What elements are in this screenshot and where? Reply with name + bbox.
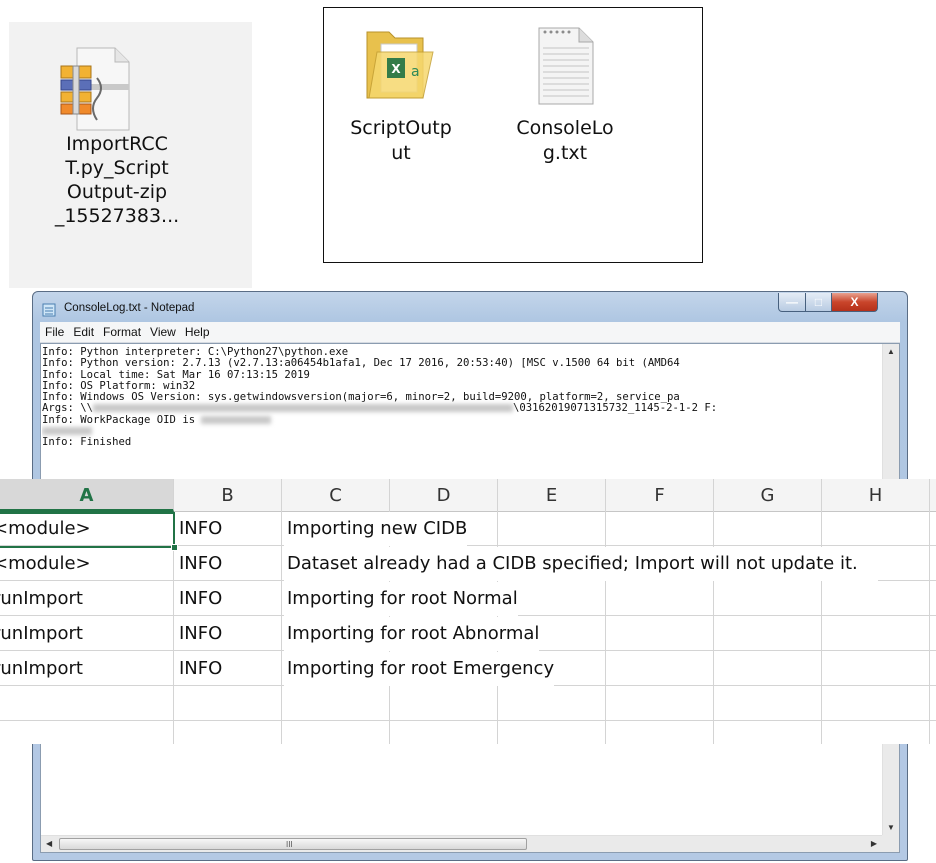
excel-folder-icon: X a X a (366, 31, 434, 99)
window-titlebar[interactable]: ConsoleLog.txt - Notepad — □ X (33, 292, 907, 323)
workpackage-text: Info: WorkPackage OID is (42, 413, 202, 426)
scroll-left-icon[interactable]: ◀ (46, 839, 52, 848)
cell-c1[interactable]: Importing new CIDB (284, 512, 468, 546)
scroll-up-icon[interactable]: ▲ (887, 347, 895, 356)
spreadsheet-view: A B C D E F G H <module> INFO Importing … (0, 479, 936, 744)
scroll-right-icon[interactable]: ▶ (871, 839, 877, 848)
column-header-a[interactable]: A (0, 479, 174, 512)
scroll-down-icon[interactable]: ▼ (887, 823, 895, 832)
log-line: Info: Finished (42, 436, 132, 449)
column-header-f[interactable]: F (606, 479, 714, 512)
folder-view: X a X a ScriptOutp ut ConsoleLo g.txt (323, 7, 703, 263)
script-output-folder-item[interactable]: X a X a ScriptOutp ut (336, 18, 466, 166)
cell-a3[interactable]: runImport (0, 582, 83, 616)
zip-file-label: ImportRCC T.py_Script Output-zip _155273… (54, 133, 180, 227)
column-header-b[interactable]: B (174, 479, 282, 512)
cell-c3[interactable]: Importing for root Normal (284, 582, 518, 616)
resize-grip-icon[interactable] (882, 835, 899, 852)
zip-file-item[interactable]: ImportRCC T.py_Script Output-zip _155273… (9, 22, 252, 288)
table-row (0, 722, 936, 744)
log-line: Info: Python version: 2.7.13 (v2.7.13:a0… (42, 357, 680, 370)
cell-b4[interactable]: INFO (176, 617, 222, 651)
cell-b5[interactable]: INFO (176, 652, 222, 686)
svg-text:X: X (391, 62, 401, 76)
horizontal-scroll-thumb[interactable]: III (59, 838, 527, 850)
close-button[interactable]: X (831, 293, 878, 312)
column-header-g[interactable]: G (714, 479, 822, 512)
menu-edit[interactable]: Edit (68, 322, 98, 339)
cell-c2[interactable]: Dataset already had a CIDB specified; Im… (284, 547, 878, 581)
cell-b2[interactable]: INFO (176, 547, 222, 581)
menu-format[interactable]: Format (98, 322, 145, 339)
menu-help[interactable]: Help (180, 322, 214, 339)
table-row: runImport INFO Importing for root Abnorm… (0, 617, 936, 651)
selected-cell-outline (0, 512, 175, 548)
maximize-icon: □ (814, 295, 823, 309)
fill-handle[interactable] (171, 544, 178, 551)
close-icon: X (850, 295, 859, 309)
cell-c4[interactable]: Importing for root Abnormal (284, 617, 540, 651)
horizontal-scrollbar[interactable]: ◀ III ▶ (41, 835, 882, 852)
minimize-button[interactable]: — (778, 293, 806, 312)
table-row: runImport INFO Importing for root Normal (0, 582, 936, 616)
args-suffix: \03162019071315732_1145-2-1-2 F: (513, 402, 718, 415)
cell-a5[interactable]: runImport (0, 652, 83, 686)
zip-archive-icon (60, 47, 130, 131)
args-prefix: Args: \\ (42, 402, 94, 415)
maximize-button[interactable]: □ (805, 293, 832, 312)
notepad-icon (42, 303, 56, 317)
cell-c5[interactable]: Importing for root Emergency (284, 652, 555, 686)
table-row (0, 687, 936, 721)
window-title: ConsoleLog.txt - Notepad (64, 302, 195, 314)
console-log-file-item[interactable]: ConsoleLo g.txt (500, 18, 630, 166)
text-file-icon (538, 27, 594, 105)
log-line-workpackage: Info: WorkPackage OID is (42, 413, 877, 426)
column-header-d[interactable]: D (390, 479, 498, 512)
log-text[interactable]: Info: Python interpreter: C:\Python27\py… (42, 347, 877, 482)
cell-b3[interactable]: INFO (176, 582, 222, 616)
redacted-oid (201, 415, 272, 424)
svg-text:a: a (411, 64, 420, 80)
minimize-icon: — (786, 295, 798, 309)
table-row: <module> INFO Dataset already had a CIDB… (0, 547, 936, 581)
cell-a2[interactable]: <module> (0, 547, 91, 581)
redacted-path (93, 404, 514, 413)
cell-b1[interactable]: INFO (176, 512, 222, 546)
log-line-redacted (42, 426, 877, 437)
menu-view[interactable]: View (145, 322, 180, 339)
column-header-e[interactable]: E (498, 479, 606, 512)
column-header-h[interactable]: H (822, 479, 930, 512)
menu-file[interactable]: File (40, 322, 68, 339)
script-output-folder-label: ScriptOutp ut (350, 117, 452, 164)
console-log-file-label: ConsoleLo g.txt (516, 117, 614, 164)
table-row: runImport INFO Importing for root Emerge… (0, 652, 936, 686)
column-header-c[interactable]: C (282, 479, 390, 512)
cell-a4[interactable]: runImport (0, 617, 83, 651)
menu-bar: File Edit Format View Help (40, 322, 900, 343)
redacted-text (42, 427, 92, 436)
column-header-row: A B C D E F G H (0, 479, 936, 512)
scroll-grip: III (286, 840, 293, 849)
log-line: Info: Windows OS Version: sys.getwindows… (42, 391, 680, 404)
